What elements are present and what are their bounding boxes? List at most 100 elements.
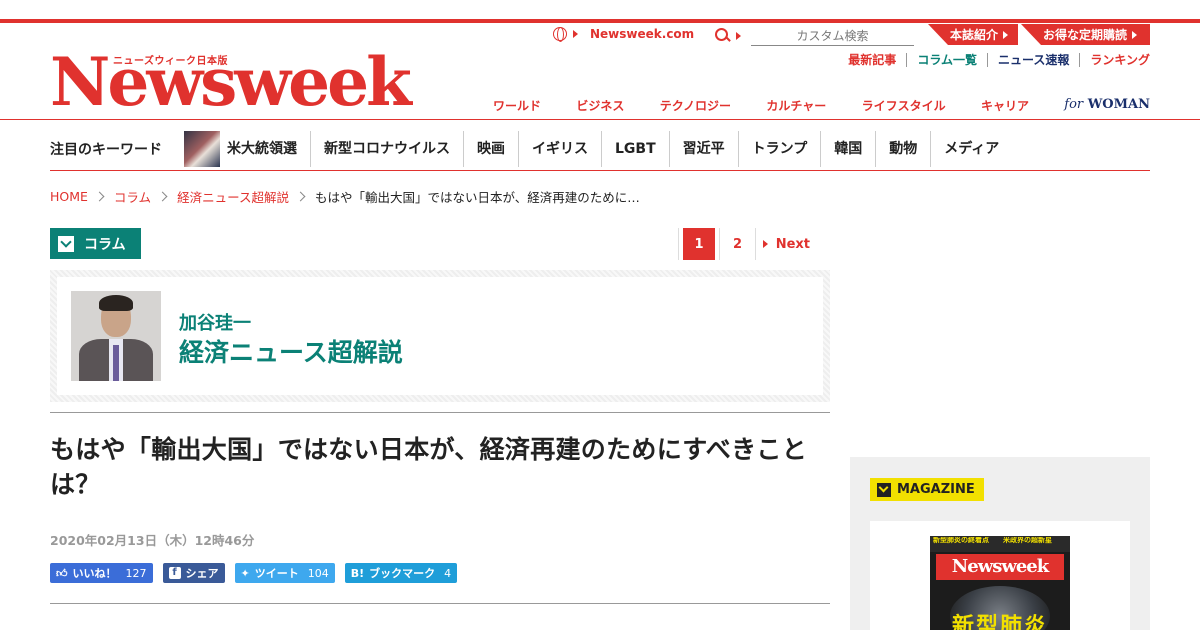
author-photo-hair: [99, 295, 133, 311]
top-accent-rule: [0, 19, 1200, 23]
search-box: [714, 26, 914, 46]
cover-top-strip: 新型肺炎の終着点 米政界の超新星: [930, 536, 1070, 552]
utility-nav: 最新記事 コラム一覧 ニュース速報 ランキング: [838, 53, 1150, 67]
keyword-thumbnail[interactable]: [184, 131, 220, 167]
subscribe-label: お得な定期購読: [1043, 28, 1128, 42]
checkbox-arrow-icon: [58, 235, 74, 252]
page-1-button[interactable]: 1: [683, 228, 715, 260]
tweet-label: ツイート: [254, 567, 299, 580]
nav-lifestyle[interactable]: ライフスタイル: [862, 97, 946, 114]
arrow-right-icon: [573, 30, 578, 38]
pagination-divider: [678, 228, 679, 260]
pagination: 1 2 Next: [678, 228, 810, 260]
author-box: 加谷珪一 経済ニュース超解説: [50, 270, 830, 402]
keyword-us-election[interactable]: 米大統領選: [227, 131, 310, 167]
checkbox-arrow-icon: [877, 482, 891, 497]
nav-technology[interactable]: テクノロジー: [660, 97, 731, 114]
tweet-count: 104: [307, 566, 329, 580]
cover-teaser-right: 米政界の超新星: [1003, 537, 1052, 544]
facebook-icon: f: [168, 567, 181, 579]
chevron-right-icon: [94, 191, 105, 202]
logo-subtitle: ニューズウィーク日本版: [113, 56, 228, 67]
author-box-inner: 加谷珪一 経済ニュース超解説: [57, 277, 823, 395]
next-page-button[interactable]: Next: [755, 228, 810, 260]
chevron-right-icon: [295, 191, 306, 202]
hatena-bookmark-button[interactable]: B! ブックマーク 4: [344, 563, 458, 583]
globe-icon: [553, 27, 567, 42]
arrow-right-icon: [1003, 30, 1009, 39]
cover-teaser-left: 新型肺炎の終着点: [933, 537, 989, 544]
like-count: 127: [125, 566, 147, 580]
author-name[interactable]: 加谷珪一: [179, 309, 251, 335]
breadcrumb-series[interactable]: 経済ニュース超解説: [177, 187, 289, 206]
author-photo[interactable]: [71, 291, 161, 381]
facebook-share-button[interactable]: f シェア: [162, 563, 225, 583]
breadcrumb-column[interactable]: コラム: [114, 187, 151, 206]
bookmark-count: 4: [444, 566, 452, 580]
article-headline: もはや「輸出大国」ではない日本が、経済再建のためにすべきことは？: [50, 435, 808, 499]
tweet-button[interactable]: ✦ ツイート 104: [234, 563, 335, 583]
utility-link-latest[interactable]: 最新記事: [838, 53, 906, 67]
nav-for-woman[interactable]: for WOMAN: [1064, 97, 1150, 114]
nav-culture[interactable]: カルチャー: [766, 97, 826, 114]
for-woman-label: WOMAN: [1087, 97, 1150, 112]
nav-world[interactable]: ワールド: [493, 97, 541, 114]
utility-link-columns[interactable]: コラム一覧: [906, 53, 987, 67]
next-page-label: Next: [775, 236, 810, 252]
about-magazine-button[interactable]: 本誌紹介: [928, 24, 1018, 45]
about-magazine-label: 本誌紹介: [950, 28, 999, 42]
breadcrumb-home[interactable]: HOME: [50, 189, 88, 204]
arrow-right-icon: [1132, 30, 1138, 39]
logo-wordmark[interactable]: Newsweek: [50, 47, 412, 117]
keyword-trump[interactable]: トランプ: [737, 131, 821, 167]
article-date: 2020年02月13日（木）12時46分: [50, 533, 255, 548]
search-icon[interactable]: [714, 27, 732, 45]
magazine-label-text: MAGAZINE: [897, 482, 975, 497]
breadcrumb-current: もはや「輸出大国」ではない日本が、経済再建のために…: [314, 190, 640, 205]
headline-top-rule: [50, 412, 830, 413]
search-input[interactable]: [751, 26, 914, 46]
keyword-animals[interactable]: 動物: [875, 131, 930, 167]
keyword-movies[interactable]: 映画: [463, 131, 518, 167]
keyword-coronavirus[interactable]: 新型コロナウイルス: [310, 131, 463, 167]
arrow-right-icon: [762, 240, 768, 248]
nav-business[interactable]: ビジネス: [576, 97, 624, 114]
arrow-right-icon: [736, 32, 741, 40]
magazine-card: 新型肺炎の終着点 米政界の超新星 Newsweek 新型肺炎: [870, 521, 1130, 630]
magazine-label: MAGAZINE: [870, 478, 984, 501]
share-bottom-rule: [50, 603, 830, 604]
like-label: いいね！: [72, 567, 117, 580]
nav-career[interactable]: キャリア: [981, 97, 1029, 114]
share-label: シェア: [185, 567, 219, 580]
keyword-media[interactable]: メディア: [930, 131, 1012, 167]
cover-logo: Newsweek: [936, 554, 1064, 580]
cover-headline: 新型肺炎: [951, 614, 1048, 630]
column-tag[interactable]: コラム: [50, 228, 141, 259]
newsweek-com-link[interactable]: Newsweek.com: [553, 27, 695, 42]
keyword-bar: 注目のキーワード 米大統領選 新型コロナウイルス 映画 イギリス LGBT 習近…: [50, 128, 1150, 171]
facebook-like-button[interactable]: 👍︎ いいね！ 127: [50, 563, 153, 583]
site-link-label: Newsweek.com: [590, 27, 695, 41]
thumbs-up-icon: 👍︎: [56, 566, 68, 580]
keyword-bar-title: 注目のキーワード: [50, 142, 162, 158]
chevron-right-icon: [157, 191, 168, 202]
column-title[interactable]: 経済ニュース超解説: [179, 333, 403, 369]
sidebar-magazine: MAGAZINE 新型肺炎の終着点 米政界の超新星 Newsweek 新型肺炎: [850, 457, 1150, 630]
subscribe-button[interactable]: お得な定期購読: [1021, 24, 1150, 45]
bookmark-label: ブックマーク: [369, 567, 436, 580]
keyword-korea[interactable]: 韓国: [820, 131, 875, 167]
breadcrumb: HOME コラム 経済ニュース超解説 もはや「輸出大国」ではない日本が、経済再建…: [50, 187, 640, 206]
share-buttons: 👍︎ いいね！ 127 f シェア ✦ ツイート 104 B! ブックマーク 4: [50, 563, 458, 583]
keyword-uk[interactable]: イギリス: [518, 131, 601, 167]
keyword-lgbt[interactable]: LGBT: [601, 131, 669, 167]
page-2-button[interactable]: 2: [719, 228, 755, 260]
utility-link-ranking[interactable]: ランキング: [1079, 53, 1150, 67]
category-nav: ワールド ビジネス テクノロジー カルチャー ライフスタイル キャリア for …: [493, 97, 1150, 114]
twitter-bird-icon: ✦: [240, 566, 250, 580]
hatena-bookmark-icon: B!: [350, 566, 365, 580]
magazine-cover[interactable]: 新型肺炎の終着点 米政界の超新星 Newsweek 新型肺炎: [930, 536, 1070, 630]
keyword-xi-jinping[interactable]: 習近平: [668, 131, 738, 167]
header-divider: [0, 119, 1200, 120]
utility-link-breaking[interactable]: ニュース速報: [986, 53, 1079, 67]
column-tag-label: コラム: [84, 236, 126, 253]
